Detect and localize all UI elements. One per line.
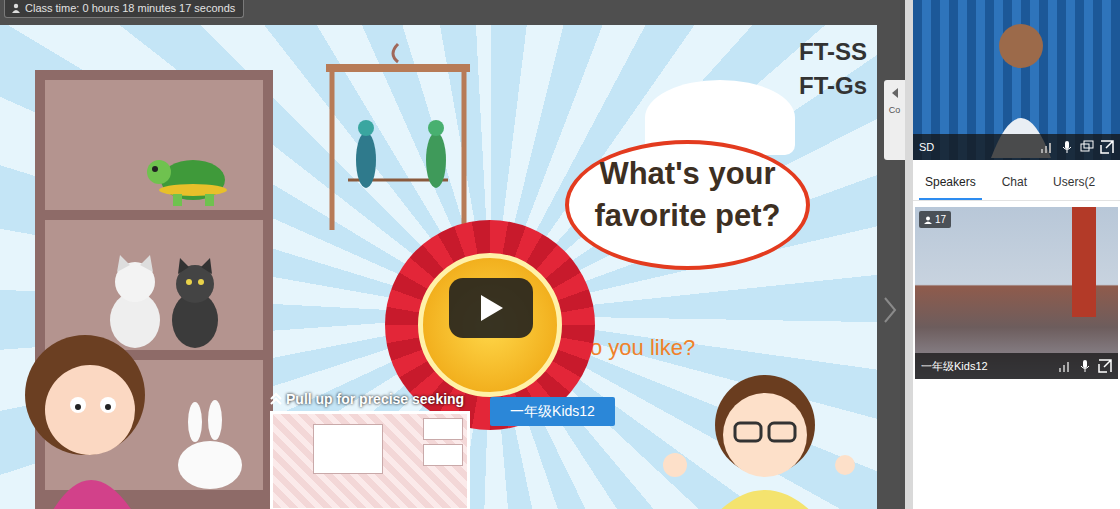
seek-hint[interactable]: Pull up for precise seeking [270,389,485,509]
girl-right-icon [655,355,855,509]
thumb-card [423,444,463,466]
collapse-tab-text: Co [889,104,901,118]
play-icon [478,294,504,322]
player-area: Class time: 0 hours 18 minutes 17 second… [0,0,905,509]
subquestion-text: o you like? [590,331,695,364]
turtle-icon [145,150,235,210]
stage: What's your favorite pet? FT-SS FT-Gs o … [0,25,905,509]
seek-thumbnail [270,411,470,509]
people-icon [924,216,932,224]
shelf-cell [45,220,263,350]
class-time: Class time: 0 hours 18 minutes 17 second… [4,0,244,18]
cats-icon [100,250,230,350]
side-panel: SD Speakers Chat Users(2 17 一年级Kids12 [905,0,1120,509]
bird-cage-icon [318,40,478,240]
signal-icon [1058,359,1072,373]
next-arrow-icon[interactable] [883,297,897,323]
person-icon [11,3,21,13]
top-strip: Class time: 0 hours 18 minutes 17 second… [0,0,905,25]
ft-labels: FT-SS FT-Gs [799,35,867,103]
gate-tower [1072,207,1096,317]
slide-gutter: Co [877,25,905,509]
student-name: 一年级Kids12 [921,358,988,375]
panel-tabs: Speakers Chat Users(2 [913,164,1120,201]
ft-label: FT-SS [799,35,867,69]
rabbit-icon [165,400,255,490]
teacher-video: SD [913,0,1120,160]
question-text: What's your favorite pet? [575,153,800,237]
expand-icon[interactable] [1098,359,1112,373]
class-time-text: Class time: 0 hours 18 minutes 17 second… [25,1,235,15]
girl-left-icon [10,325,180,509]
seek-hint-text: Pull up for precise seeking [286,389,464,409]
panel-tab[interactable]: Chat [996,164,1033,200]
thumb-card [313,424,383,474]
screen-icon[interactable] [1080,140,1094,154]
microphone-icon[interactable] [1060,140,1074,154]
student-video: 17 一年级Kids12 [915,207,1118,379]
seek-label: Pull up for precise seeking [270,389,485,409]
panel-tab[interactable]: Speakers [919,164,982,200]
student-bar: 一年级Kids12 [915,353,1118,379]
double-chevron-up-icon [270,392,282,406]
count-text: 17 [935,212,946,227]
shelf-cell [45,80,263,210]
ribbon-label: 一年级Kids12 [490,397,615,426]
class-replay: Class time: 0 hours 18 minutes 17 second… [0,0,1120,509]
collapse-tab[interactable]: Co [884,80,905,160]
thumb-card [423,418,463,440]
teacher-bar: SD [913,134,1120,160]
left-arrow-icon [891,88,899,98]
play-button[interactable] [449,278,533,338]
count-badge: 17 [919,211,951,228]
signal-icon [1040,140,1054,154]
panel-tab[interactable]: Users(2 [1047,164,1101,200]
microphone-icon[interactable] [1078,359,1092,373]
slide[interactable]: What's your favorite pet? FT-SS FT-Gs o … [0,25,877,509]
expand-icon[interactable] [1100,140,1114,154]
ft-label: FT-Gs [799,69,867,103]
teacher-name: SD [919,139,934,156]
